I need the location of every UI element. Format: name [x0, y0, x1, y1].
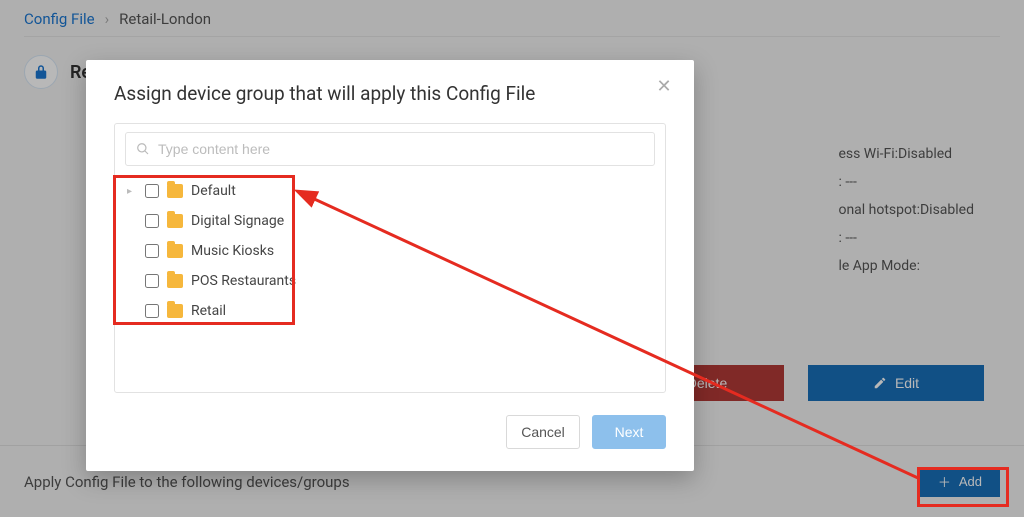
group-checkbox[interactable]	[145, 214, 159, 228]
folder-icon	[167, 214, 183, 228]
assign-group-modal: ✕ Assign device group that will apply th…	[86, 60, 694, 471]
group-checkbox[interactable]	[145, 184, 159, 198]
group-label: Retail	[191, 303, 226, 319]
caret-icon: ▸	[127, 186, 137, 197]
group-label: Default	[191, 183, 236, 199]
tree-row[interactable]: ▸Digital Signage	[127, 206, 655, 236]
search-icon	[136, 142, 150, 156]
group-checkbox[interactable]	[145, 304, 159, 318]
folder-icon	[167, 274, 183, 288]
close-icon[interactable]: ✕	[654, 78, 674, 98]
modal-body: ▸ Default ▸Digital Signage▸Music Kiosks▸PO…	[114, 123, 666, 393]
search-input[interactable]	[158, 141, 644, 157]
cancel-button[interactable]: Cancel	[506, 415, 580, 449]
tree-row[interactable]: ▸Music Kiosks	[127, 236, 655, 266]
group-label: Music Kiosks	[191, 243, 274, 259]
folder-icon	[167, 244, 183, 258]
tree-row[interactable]: ▸POS Restaurants	[127, 266, 655, 296]
group-tree: ▸ Default ▸Digital Signage▸Music Kiosks▸PO…	[125, 176, 655, 326]
tree-row[interactable]: ▸Retail	[127, 296, 655, 326]
next-button[interactable]: Next	[592, 415, 666, 449]
folder-icon	[167, 304, 183, 318]
group-search[interactable]	[125, 132, 655, 166]
folder-icon	[167, 184, 183, 198]
tree-row[interactable]: ▸ Default	[127, 176, 655, 206]
group-label: POS Restaurants	[191, 273, 296, 289]
group-label: Digital Signage	[191, 213, 284, 229]
group-checkbox[interactable]	[145, 274, 159, 288]
modal-footer: Cancel Next	[114, 415, 666, 449]
modal-title: Assign device group that will apply this…	[114, 82, 666, 105]
group-checkbox[interactable]	[145, 244, 159, 258]
